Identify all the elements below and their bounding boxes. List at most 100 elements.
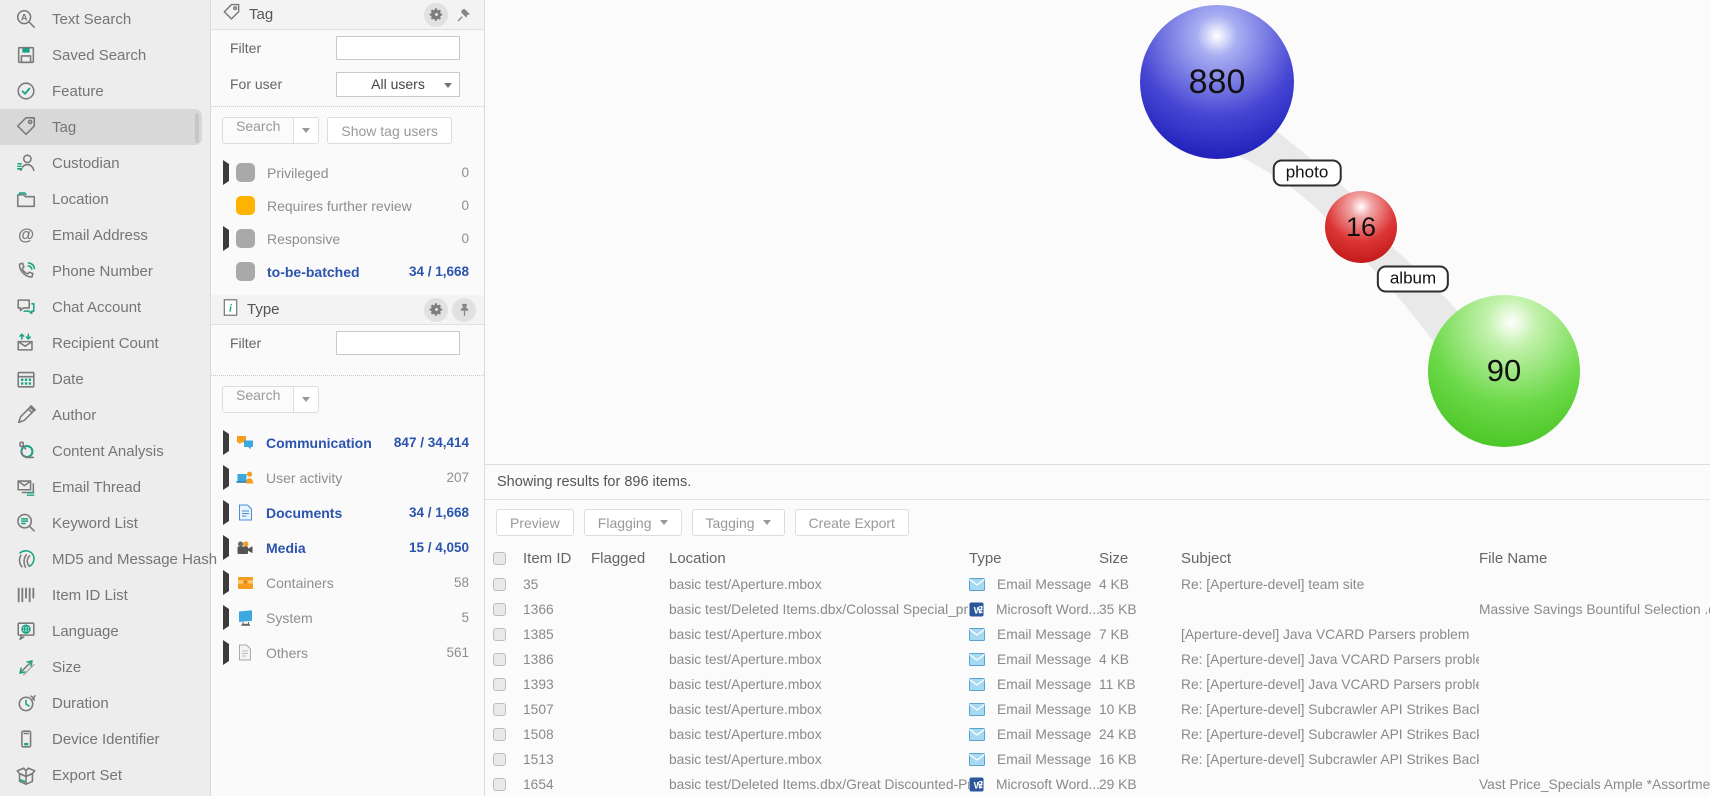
type-settings-gear-icon[interactable]	[424, 298, 448, 322]
sidebar-item-saved-search[interactable]: Saved Search	[0, 37, 210, 73]
row-checkbox[interactable]	[493, 703, 506, 716]
cell-subject: Re: [Aperture-devel] Subcrawler API Stri…	[1181, 702, 1479, 717]
table-row-item-1508[interactable]: 1508basic test/Aperture.mboxEmail Messag…	[485, 722, 1710, 747]
table-row-item-1507[interactable]: 1507basic test/Aperture.mboxEmail Messag…	[485, 697, 1710, 722]
sidebar-item-item-id-list[interactable]: Item ID List	[0, 577, 210, 613]
row-checkbox[interactable]	[493, 578, 506, 591]
cell-subject: Re: [Aperture-devel] Java VCARD Parsers …	[1181, 652, 1479, 667]
sidebar-item-text-search[interactable]: AText Search	[0, 1, 210, 37]
tag-name: Requires further review	[267, 198, 453, 214]
row-checkbox[interactable]	[493, 753, 506, 766]
table-row-item-1366[interactable]: 1366basic test/Deleted Items.dbx/Colossa…	[485, 597, 1710, 622]
preview-button[interactable]: Preview	[496, 509, 574, 536]
sidebar-item-md5-and-message-hash[interactable]: MD5 and Message Hash	[0, 541, 210, 577]
sidebar-item-language[interactable]: Language	[0, 613, 210, 649]
table-row-item-1654[interactable]: 1654basic test/Deleted Items.dbx/Great D…	[485, 772, 1710, 796]
sidebar-item-tag[interactable]: Tag	[0, 109, 202, 145]
tag-for-user-select[interactable]: All users	[336, 72, 460, 97]
sidebar-item-recipient-count[interactable]: Recipient Count	[0, 325, 210, 361]
table-row-item-1393[interactable]: 1393basic test/Aperture.mboxEmail Messag…	[485, 672, 1710, 697]
expander-triangle-icon[interactable]	[223, 434, 233, 452]
type-row-communication[interactable]: Communication847 / 34,414	[211, 425, 484, 460]
expander-triangle-icon[interactable]	[223, 539, 233, 557]
sidebar-item-custodian[interactable]: Custodian	[0, 145, 210, 181]
type-row-system[interactable]: System5	[211, 600, 484, 635]
type-filter-input[interactable]	[336, 331, 460, 355]
type-count: 561	[446, 645, 469, 660]
text-search-icon: A	[13, 6, 39, 32]
sidebar-item-export-set[interactable]: Export Set	[0, 757, 210, 793]
tag-row-privileged[interactable]: Privileged0	[211, 156, 484, 189]
table-row-item-1513[interactable]: 1513basic test/Aperture.mboxEmail Messag…	[485, 747, 1710, 772]
table-row-item-1386[interactable]: 1386basic test/Aperture.mboxEmail Messag…	[485, 647, 1710, 672]
column-header-item-id[interactable]: Item ID	[523, 550, 591, 567]
expander-triangle-icon[interactable]	[223, 164, 233, 182]
tag-search-button[interactable]: Search	[222, 117, 294, 144]
expander-triangle-icon[interactable]	[223, 609, 233, 627]
type-search-button[interactable]: Search	[222, 386, 294, 413]
cluster-bubble-16[interactable]: 16	[1325, 191, 1397, 263]
expander-triangle-icon[interactable]	[223, 469, 233, 487]
sidebar-item-keyword-list[interactable]: Keyword List	[0, 505, 210, 541]
phone-number-icon	[13, 258, 39, 284]
cluster-bubble-880[interactable]: 880	[1140, 5, 1294, 159]
tag-search-dropdown-button[interactable]	[294, 117, 319, 144]
results-status-bar: Showing results for 896 items.	[485, 465, 1710, 500]
type-row-containers[interactable]: Containers58	[211, 565, 484, 600]
flagging-dropdown-button[interactable]: Flagging	[584, 509, 682, 536]
tag-pin-icon[interactable]	[452, 3, 476, 27]
type-row-documents[interactable]: Documents34 / 1,668	[211, 495, 484, 530]
select-all-checkbox[interactable]	[493, 552, 506, 565]
sidebar-item-email-thread[interactable]: Email Thread	[0, 469, 210, 505]
row-checkbox[interactable]	[493, 628, 506, 641]
type-row-others[interactable]: Others561	[211, 635, 484, 670]
column-header-flagged[interactable]: Flagged	[591, 550, 669, 567]
type-row-user-activity[interactable]: User activity207	[211, 460, 484, 495]
tag-row-to-be-batched[interactable]: to-be-batched34 / 1,668	[211, 255, 484, 288]
tag-row-requires-further-review[interactable]: Requires further review0	[211, 189, 484, 222]
row-checkbox[interactable]	[493, 678, 506, 691]
expander-triangle-icon[interactable]	[223, 230, 233, 248]
row-checkbox[interactable]	[493, 728, 506, 741]
column-header-type[interactable]: Type	[969, 550, 1099, 567]
tagging-dropdown-button[interactable]: Tagging	[692, 509, 785, 536]
tag-panel-divider	[211, 106, 484, 107]
column-header-file-name[interactable]: File Name	[1479, 550, 1710, 567]
sidebar-item-phone-number[interactable]: Phone Number	[0, 253, 210, 289]
sidebar-item-feature[interactable]: Feature	[0, 73, 210, 109]
expander-triangle-icon[interactable]	[223, 644, 233, 662]
show-tag-users-button[interactable]: Show tag users	[327, 117, 452, 144]
expander-triangle-icon[interactable]	[223, 574, 233, 592]
type-pin-icon[interactable]	[452, 298, 476, 322]
tag-row-responsive[interactable]: Responsive0	[211, 222, 484, 255]
sidebar-item-author[interactable]: Author	[0, 397, 210, 433]
sidebar-item-date[interactable]: Date	[0, 361, 210, 397]
tag-filter-input[interactable]	[336, 36, 460, 60]
sidebar-item-content-analysis[interactable]: Content Analysis	[0, 433, 210, 469]
sidebar-item-duration[interactable]: Duration	[0, 685, 210, 721]
sidebar-item-size[interactable]: Size	[0, 649, 210, 685]
cluster-link-label-album[interactable]: album	[1377, 266, 1449, 293]
tag-settings-gear-icon[interactable]	[424, 3, 448, 27]
column-header-subject[interactable]: Subject	[1181, 550, 1479, 567]
type-search-dropdown-button[interactable]	[294, 386, 319, 413]
column-header-location[interactable]: Location	[669, 550, 969, 567]
email-file-icon	[969, 678, 991, 691]
cluster-link-label-photo[interactable]: photo	[1273, 160, 1342, 187]
sidebar-item-email-address[interactable]: @Email Address	[0, 217, 210, 253]
type-count: 847 / 34,414	[394, 435, 469, 450]
column-header-size[interactable]: Size	[1099, 550, 1181, 567]
row-checkbox[interactable]	[493, 603, 506, 616]
table-row-item-1385[interactable]: 1385basic test/Aperture.mboxEmail Messag…	[485, 622, 1710, 647]
row-checkbox[interactable]	[493, 778, 506, 791]
sidebar-item-location[interactable]: Location	[0, 181, 210, 217]
cluster-bubble-90[interactable]: 90	[1428, 295, 1580, 447]
type-row-media[interactable]: Media15 / 4,050	[211, 530, 484, 565]
row-checkbox[interactable]	[493, 653, 506, 666]
sidebar-scrollbar-thumb[interactable]	[195, 113, 199, 143]
table-row-item-35[interactable]: 35basic test/Aperture.mboxEmail Message4…	[485, 572, 1710, 597]
create-export-button[interactable]: Create Export	[795, 509, 909, 536]
expander-triangle-icon[interactable]	[223, 504, 233, 522]
sidebar-item-chat-account[interactable]: Chat Account	[0, 289, 210, 325]
sidebar-item-device-identifier[interactable]: Device Identifier	[0, 721, 210, 757]
